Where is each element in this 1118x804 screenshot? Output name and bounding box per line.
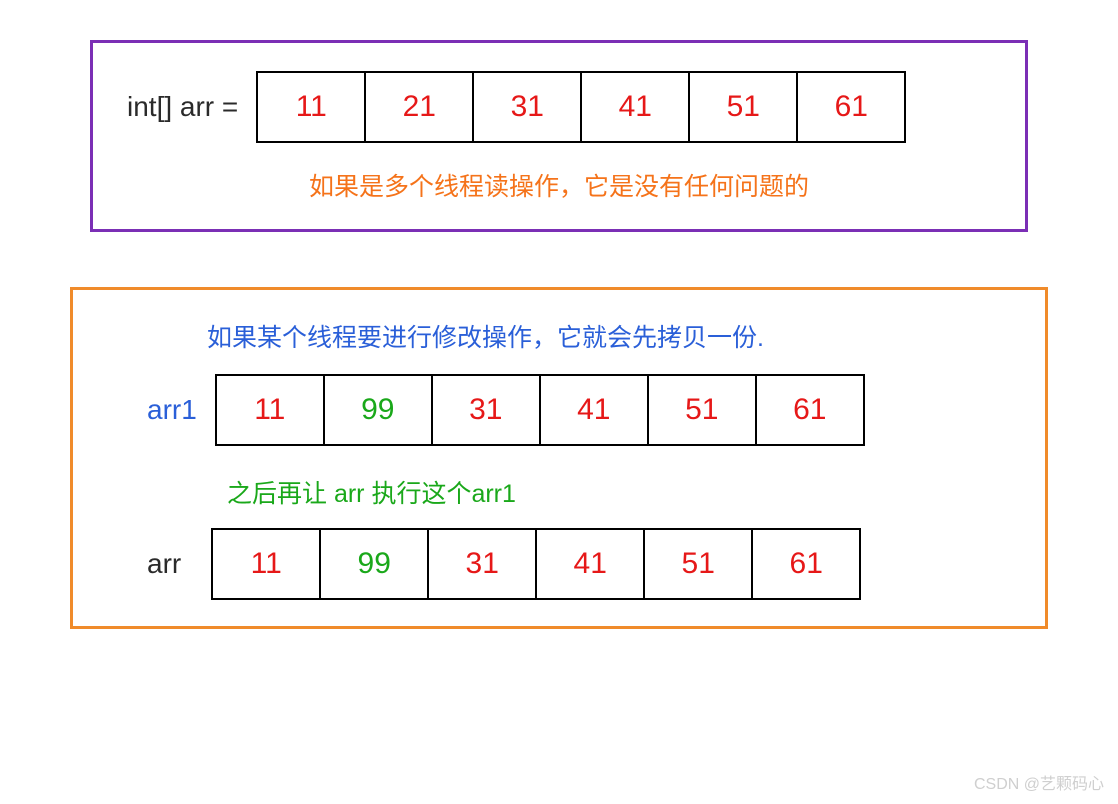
arr-initial-label: int[] arr = bbox=[127, 91, 238, 123]
cell: 21 bbox=[364, 71, 474, 143]
cell: 11 bbox=[211, 528, 321, 600]
watermark: CSDN @艺颗码心 bbox=[974, 770, 1104, 794]
arr-initial-row: int[] arr = 11 21 31 41 51 61 bbox=[127, 71, 991, 143]
cell: 61 bbox=[755, 374, 865, 446]
cell: 11 bbox=[215, 374, 325, 446]
panel-write: 如果某个线程要进行修改操作，它就会先拷贝一份. arr1 11 99 31 41… bbox=[70, 287, 1048, 629]
arr-final-label: arr bbox=[147, 548, 181, 580]
caption-copy: 如果某个线程要进行修改操作，它就会先拷贝一份. bbox=[107, 318, 1011, 354]
cell-modified: 99 bbox=[319, 528, 429, 600]
cell: 11 bbox=[256, 71, 366, 143]
arr-final-row: arr 11 99 31 41 51 61 bbox=[107, 528, 1011, 600]
caption-assign: 之后再让 arr 执行这个arr1 bbox=[107, 474, 1011, 510]
arr1-row: arr1 11 99 31 41 51 61 bbox=[107, 374, 1011, 446]
cell: 31 bbox=[472, 71, 582, 143]
cell-modified: 99 bbox=[323, 374, 433, 446]
cell: 41 bbox=[535, 528, 645, 600]
caption-read: 如果是多个线程读操作，它是没有任何问题的 bbox=[127, 167, 991, 203]
cell: 41 bbox=[580, 71, 690, 143]
arr1-label: arr1 bbox=[147, 394, 197, 426]
cell: 61 bbox=[796, 71, 906, 143]
panel-read: int[] arr = 11 21 31 41 51 61 如果是多个线程读操作… bbox=[90, 40, 1028, 232]
cell: 41 bbox=[539, 374, 649, 446]
cell: 51 bbox=[647, 374, 757, 446]
cell: 51 bbox=[688, 71, 798, 143]
cell: 51 bbox=[643, 528, 753, 600]
cell: 31 bbox=[427, 528, 537, 600]
arr-final-table: 11 99 31 41 51 61 bbox=[211, 528, 861, 600]
arr-initial-table: 11 21 31 41 51 61 bbox=[256, 71, 906, 143]
cell: 31 bbox=[431, 374, 541, 446]
arr1-table: 11 99 31 41 51 61 bbox=[215, 374, 865, 446]
cell: 61 bbox=[751, 528, 861, 600]
